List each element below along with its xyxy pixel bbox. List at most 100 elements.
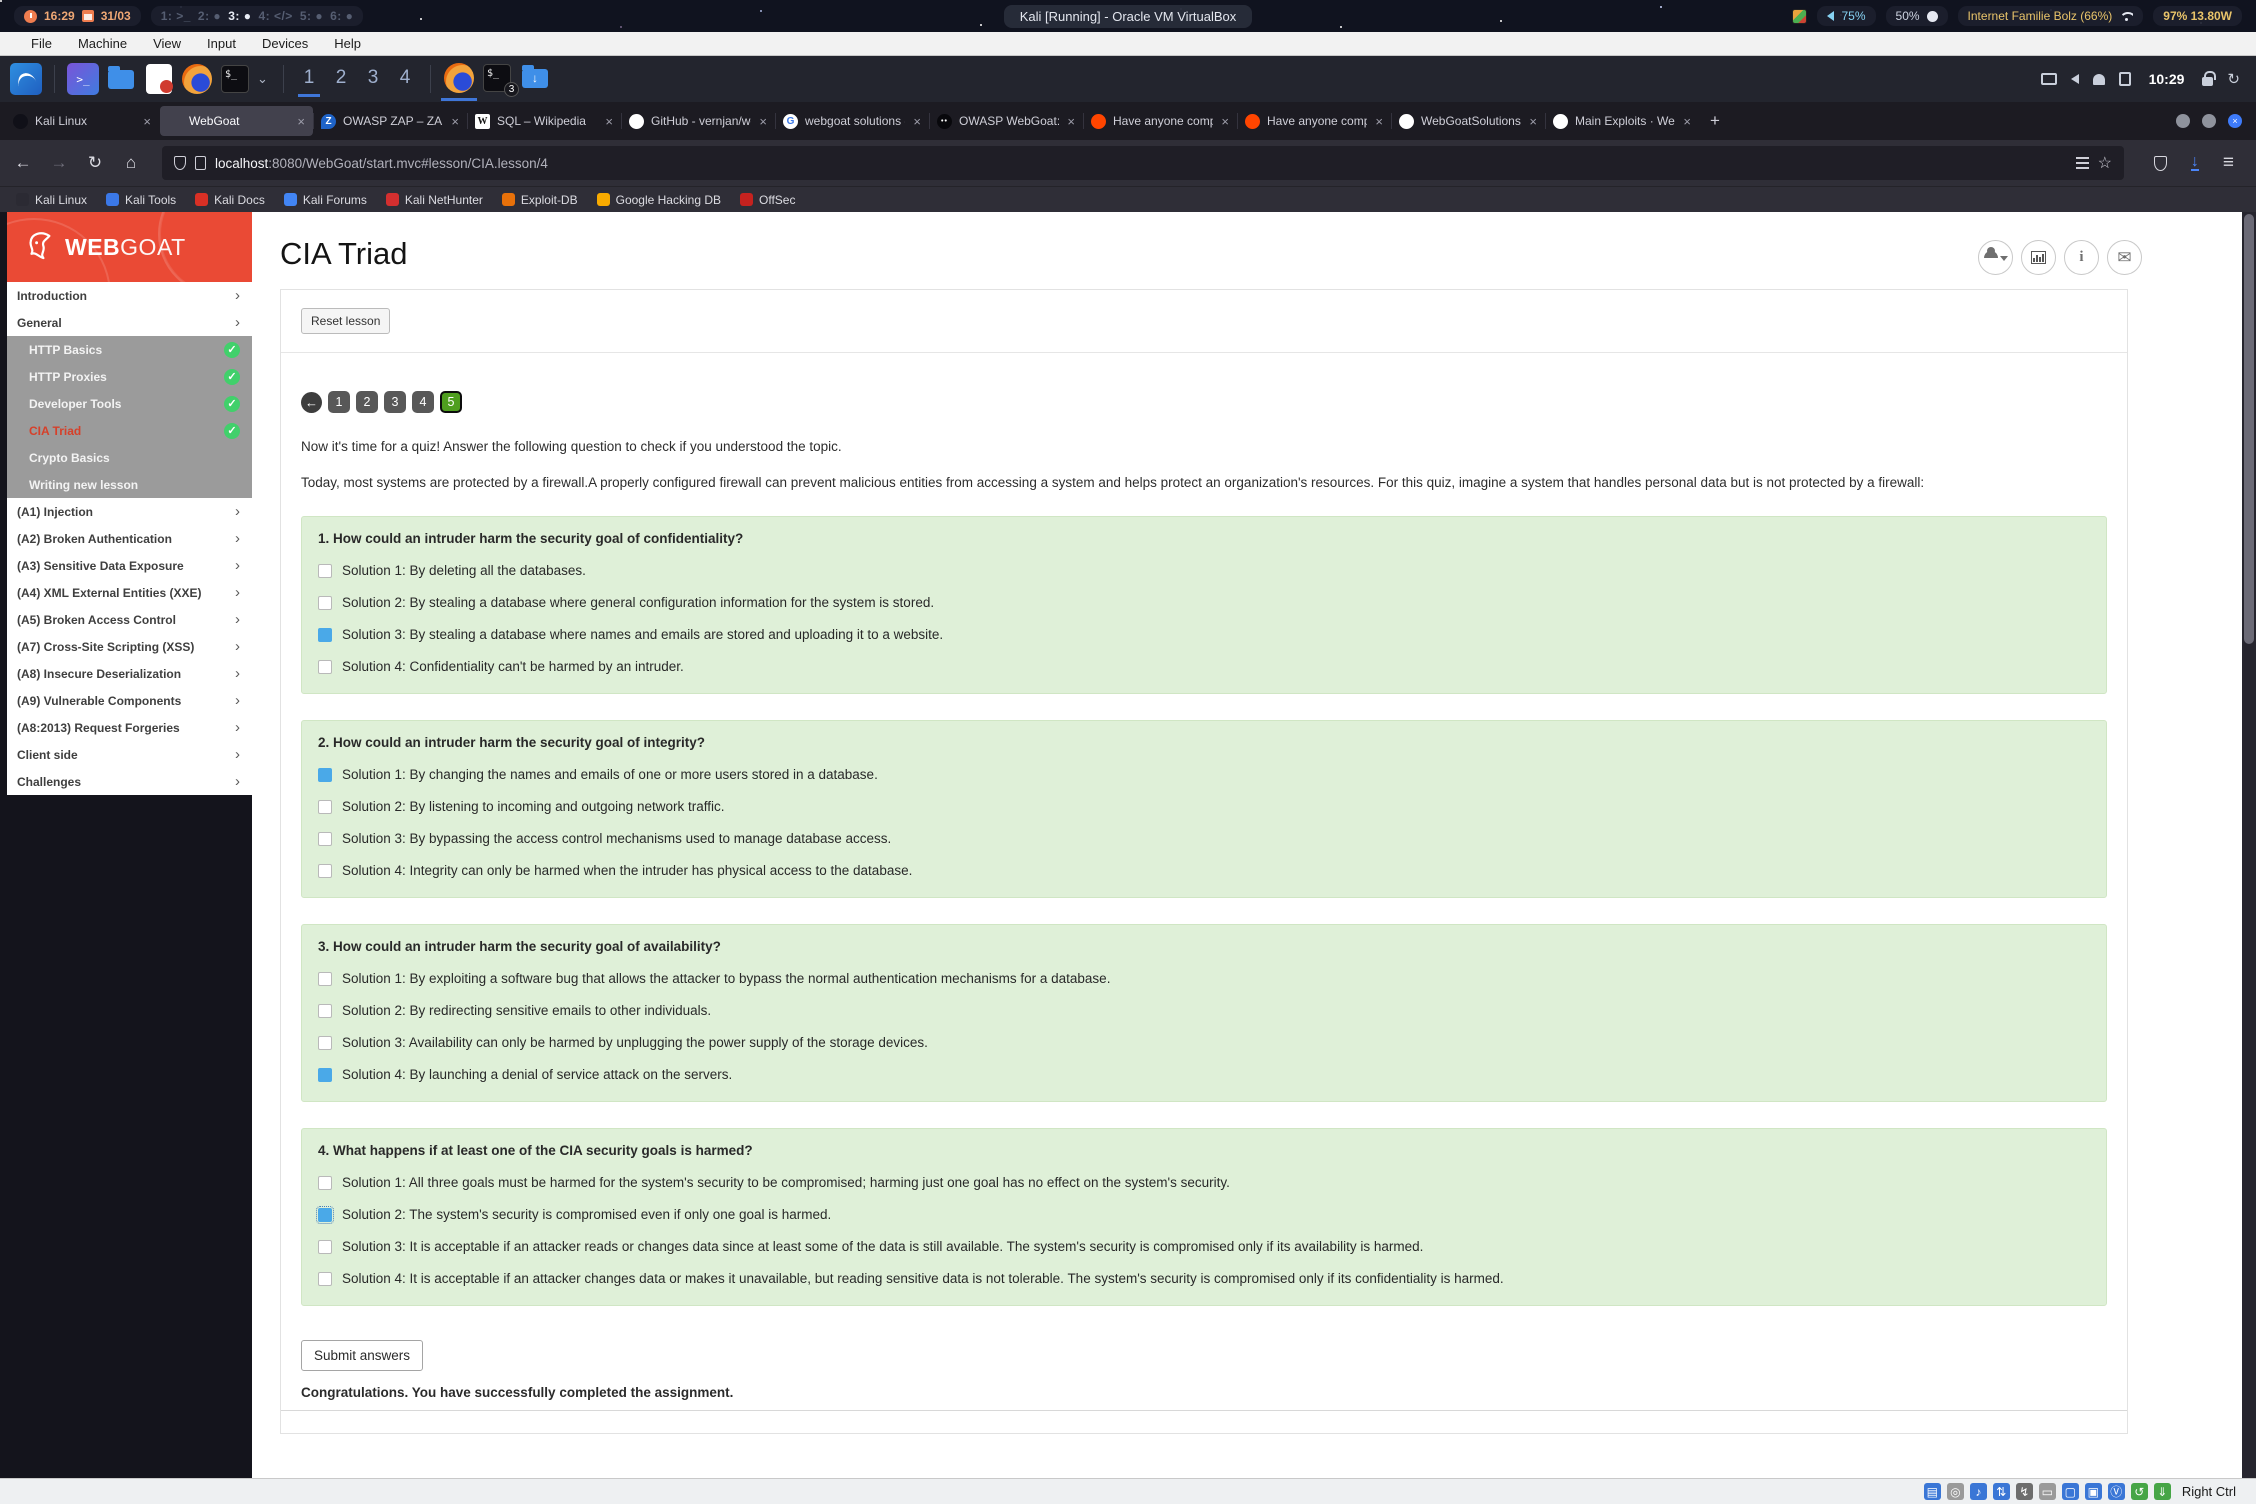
wifi-indicator[interactable]: Internet Familie Bolz (66%) (1958, 6, 2144, 26)
answer-option[interactable]: Solution 2: By listening to incoming and… (318, 799, 2090, 814)
sidebar-category-general[interactable]: General› (7, 309, 252, 336)
host-workspace-indicator[interactable]: 3: ● (228, 9, 251, 23)
close-window-button[interactable]: × (2228, 114, 2242, 128)
forward-button[interactable]: → (48, 153, 70, 173)
tracking-protection-shield-icon[interactable] (174, 156, 186, 170)
user-menu-button[interactable] (1978, 240, 2013, 275)
answer-checkbox[interactable] (318, 768, 332, 782)
tab-close-icon[interactable]: × (296, 114, 306, 129)
volume-indicator[interactable]: 75% (1817, 6, 1875, 26)
menubar-item-machine[interactable]: Machine (65, 36, 140, 51)
tab-close-icon[interactable]: × (1374, 114, 1384, 129)
tab-close-icon[interactable]: × (142, 114, 152, 129)
sidebar-category--a3-sensitive-data-exposure[interactable]: (A3) Sensitive Data Exposure› (7, 552, 252, 579)
menubar-item-view[interactable]: View (140, 36, 194, 51)
browser-tab[interactable]: ••OWASP WebGoat: G× (930, 106, 1083, 136)
hamburger-menu-icon[interactable]: ≡ (2223, 152, 2234, 174)
answer-checkbox[interactable] (318, 1004, 332, 1018)
host-workspace-indicator[interactable]: 1: >_ (161, 9, 191, 23)
host-workspace-indicator[interactable]: 5: ● (300, 9, 323, 23)
display-icon[interactable]: ▢ (2062, 1483, 2079, 1500)
workspace-button-4[interactable]: 4 (392, 67, 418, 91)
host-key-icon[interactable]: ⇓ (2154, 1483, 2171, 1500)
home-button[interactable]: ⌂ (120, 153, 142, 173)
sidebar-lesson-http-basics[interactable]: HTTP Basics✓ (7, 336, 252, 363)
seamless-icon[interactable]: ▣ (2085, 1483, 2102, 1500)
pagination-page-3[interactable]: 3 (384, 391, 406, 413)
sidebar-lesson-crypto-basics[interactable]: Crypto Basics (7, 444, 252, 471)
answer-checkbox[interactable] (318, 564, 332, 578)
bookmark-item[interactable]: Kali Linux (16, 193, 87, 207)
answer-option[interactable]: Solution 4: It is acceptable if an attac… (318, 1271, 2090, 1286)
host-workspace-indicator[interactable]: 2: ● (198, 9, 221, 23)
answer-checkbox[interactable] (318, 596, 332, 610)
answer-checkbox[interactable] (318, 1208, 332, 1222)
sidebar-lesson-cia-triad[interactable]: CIA Triad✓ (7, 417, 252, 444)
sidebar-category--a7-cross-site-scripting-xss-[interactable]: (A7) Cross-Site Scripting (XSS)› (7, 633, 252, 660)
sidebar-category-client-side[interactable]: Client side› (7, 741, 252, 768)
back-button[interactable]: ← (12, 153, 34, 173)
lock-screen-icon[interactable] (2202, 77, 2213, 86)
sidebar-category--a4-xml-external-entities-xxe-[interactable]: (A4) XML External Entities (XXE)› (7, 579, 252, 606)
taskbar-clock[interactable]: 10:29 (2149, 71, 2185, 87)
extension-shield-icon[interactable] (2154, 156, 2167, 171)
page-scrollbar[interactable] (2242, 212, 2256, 1478)
answer-option[interactable]: Solution 3: It is acceptable if an attac… (318, 1239, 2090, 1254)
tab-close-icon[interactable]: × (450, 114, 460, 129)
workspace-button-3[interactable]: 3 (360, 67, 386, 91)
browser-tab[interactable]: WebGoat× (160, 106, 313, 136)
workspace-button-2[interactable]: 2 (328, 67, 354, 91)
network-icon[interactable]: ⇅ (1993, 1483, 2010, 1500)
site-info-icon[interactable] (195, 156, 206, 170)
answer-option[interactable]: Solution 2: By redirecting sensitive ema… (318, 1003, 2090, 1018)
bookmark-item[interactable]: Google Hacking DB (597, 193, 721, 207)
answer-option[interactable]: Solution 1: By deleting all the database… (318, 563, 2090, 578)
sidebar-category-challenges[interactable]: Challenges› (7, 768, 252, 795)
terminal-launcher[interactable]: >_ (67, 63, 99, 95)
answer-checkbox[interactable] (318, 1036, 332, 1050)
host-workspace-indicator[interactable]: 4: </> (258, 9, 292, 23)
webgoat-logo[interactable]: WEBGOAT (7, 212, 252, 282)
browser-tab[interactable]: Main Exploits · WebG× (1546, 106, 1699, 136)
firefox-running-app[interactable] (443, 63, 475, 95)
reload-button[interactable]: ↻ (84, 153, 106, 173)
sidebar-lesson-developer-tools[interactable]: Developer Tools✓ (7, 390, 252, 417)
answer-checkbox[interactable] (318, 660, 332, 674)
browser-tab[interactable]: WebGoatSolutions/S× (1392, 106, 1545, 136)
virtualization-icon[interactable]: Ⓥ (2108, 1483, 2125, 1500)
url-text[interactable]: localhost:8080/WebGoat/start.mvc#lesson/… (215, 156, 2067, 171)
battery-indicator[interactable]: 97% 13.80W (2153, 6, 2242, 26)
submit-answers-button[interactable]: Submit answers (301, 1340, 423, 1371)
host-workspace-indicator[interactable]: 6: ● (330, 9, 353, 23)
url-bar[interactable]: localhost:8080/WebGoat/start.mvc#lesson/… (162, 146, 2124, 180)
host-workspace-switcher[interactable]: 1: >_ 2: ● 3: ● 4: </> 5: ● 6: ● (151, 6, 364, 26)
scrollbar-thumb[interactable] (2244, 214, 2254, 644)
pagination-page-2[interactable]: 2 (356, 391, 378, 413)
launcher-dropdown-chevron-icon[interactable]: ⌄ (257, 71, 271, 87)
brightness-indicator[interactable]: 50% (1886, 6, 1948, 26)
display-tray-icon[interactable] (2041, 73, 2057, 85)
mouse-integration-icon[interactable]: ↺ (2131, 1483, 2148, 1500)
report-card-button[interactable] (2021, 240, 2056, 275)
answer-checkbox[interactable] (318, 1240, 332, 1254)
menubar-item-input[interactable]: Input (194, 36, 249, 51)
answer-checkbox[interactable] (318, 832, 332, 846)
virtualbox-tray-icon[interactable] (1792, 9, 1807, 24)
bookmark-item[interactable]: OffSec (740, 193, 795, 207)
answer-option[interactable]: Solution 3: By bypassing the access cont… (318, 831, 2090, 846)
tab-close-icon[interactable]: × (912, 114, 922, 129)
answer-option[interactable]: Solution 1: All three goals must be harm… (318, 1175, 2090, 1190)
about-button[interactable]: i (2064, 240, 2099, 275)
text-editor-launcher[interactable] (143, 63, 175, 95)
minimize-button[interactable] (2176, 114, 2190, 128)
answer-checkbox[interactable] (318, 864, 332, 878)
notifications-tray-icon[interactable] (2093, 74, 2105, 85)
bookmark-item[interactable]: Kali Docs (195, 193, 265, 207)
file-manager-launcher[interactable] (105, 63, 137, 95)
tab-close-icon[interactable]: × (758, 114, 768, 129)
answer-option[interactable]: Solution 1: By exploiting a software bug… (318, 971, 2090, 986)
shared-folders-icon[interactable]: ▭ (2039, 1483, 2056, 1500)
sidebar-category-introduction[interactable]: Introduction› (7, 282, 252, 309)
answer-option[interactable]: Solution 4: Integrity can only be harmed… (318, 863, 2090, 878)
browser-tab[interactable]: Kali Linux× (6, 106, 159, 136)
